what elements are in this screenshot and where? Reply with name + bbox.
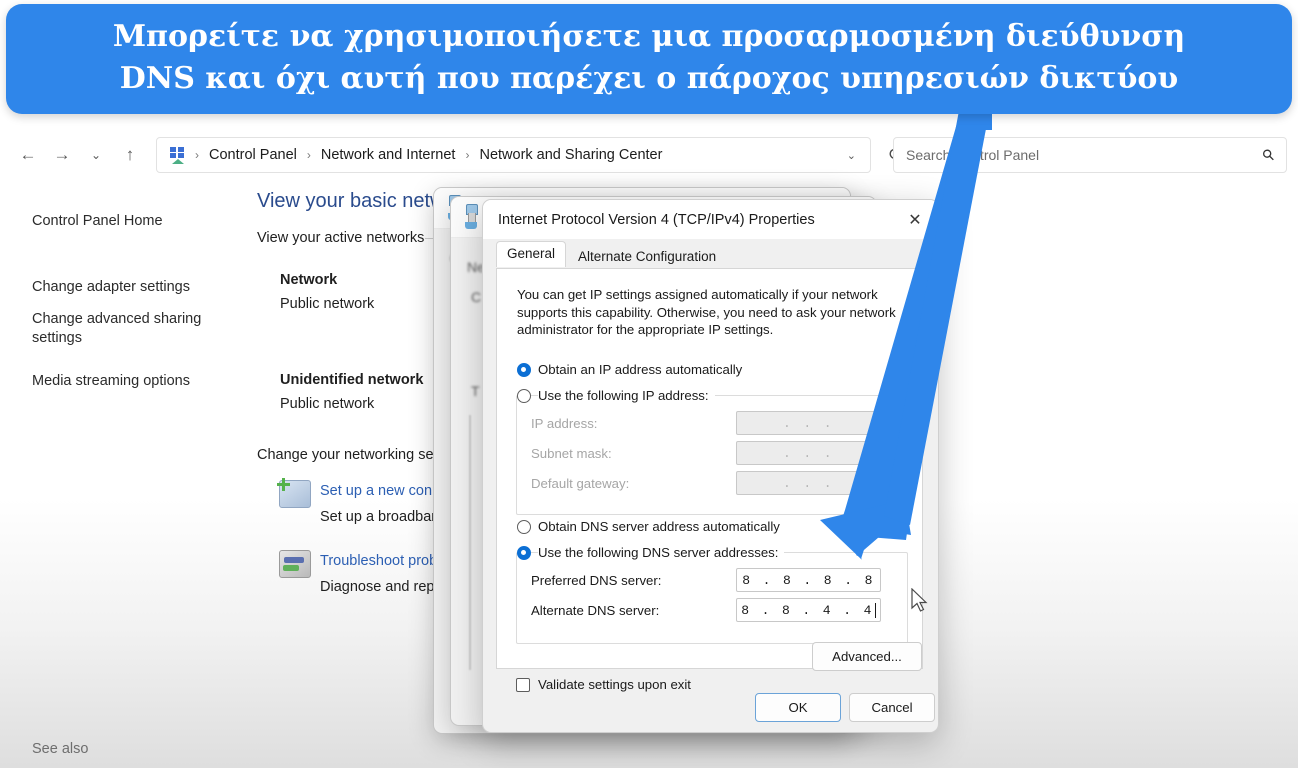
sidebar-item-control-panel-home[interactable]: Control Panel Home [32, 212, 232, 231]
control-panel-icon [169, 146, 187, 164]
screenshot-root: ← → ⌄ ↑ › Control Panel › Network and In… [0, 0, 1298, 768]
radio-indicator-use-ip [517, 388, 531, 403]
banner-line-1: Μπορείτε να χρησιμοποιήσετε μια προσαρμο… [112, 19, 1186, 54]
search-placeholder: Search Control Panel [906, 147, 1040, 163]
banner-line-2: DNS και όχι αυτή που παρέχει ο πάροχος υ… [119, 61, 1179, 96]
advanced-button[interactable]: Advanced... [812, 642, 922, 671]
breadcrumb-separator-0: › [195, 148, 199, 162]
background-inner-divider [469, 415, 471, 670]
ip-address-input[interactable]: . . . [736, 411, 881, 435]
ok-button[interactable]: OK [755, 693, 841, 722]
subnet-mask-input[interactable]: . . . [736, 441, 881, 465]
search-icon: ⚲ [1258, 145, 1279, 166]
troubleshoot-icon [279, 550, 311, 578]
radio-obtain-ip-automatically[interactable]: Obtain an IP address automatically [517, 362, 742, 377]
radio-label-use-ip: Use the following IP address: [538, 388, 715, 403]
close-icon[interactable]: ✕ [902, 208, 928, 232]
alternate-dns-label: Alternate DNS server: [531, 603, 660, 618]
dialog-description: You can get IP settings assigned automat… [517, 287, 896, 337]
default-gateway-input[interactable]: . . . [736, 471, 881, 495]
background-inner-text-2: T [471, 383, 480, 399]
cancel-button[interactable]: Cancel [849, 693, 935, 722]
default-gateway-label: Default gateway: [531, 476, 630, 491]
alternate-dns-value: 8 . 8 . 4 . 4 [741, 602, 874, 618]
validate-settings-label: Validate settings upon exit [538, 677, 691, 692]
tcpipv4-properties-dialog[interactable]: Internet Protocol Version 4 (TCP/IPv4) P… [482, 199, 939, 733]
change-networking-heading: Change your networking set [257, 447, 438, 463]
breadcrumb-item-network-and-internet[interactable]: Network and Internet [319, 147, 458, 163]
sidebar: Control Panel Home Change adapter settin… [0, 182, 240, 768]
radio-obtain-dns-automatically[interactable]: Obtain DNS server address automatically [517, 519, 780, 534]
recent-locations-button[interactable]: ⌄ [79, 138, 113, 172]
alternate-dns-input[interactable]: 8 . 8 . 4 . 4 [736, 598, 881, 622]
network-name-0: Network [280, 272, 338, 288]
troubleshoot-problems-desc: Diagnose and rep [320, 579, 435, 595]
breadcrumb-item-control-panel[interactable]: Control Panel [207, 147, 299, 163]
mouse-cursor [911, 587, 929, 618]
breadcrumb-separator-2: › [465, 148, 470, 162]
radio-label-use-dns: Use the following DNS server addresses: [538, 545, 785, 560]
set-up-connection-icon [277, 478, 311, 508]
up-button[interactable]: ↑ [113, 138, 147, 172]
sidebar-item-change-adapter-settings[interactable]: Change adapter settings [32, 278, 232, 297]
address-bar[interactable]: › Control Panel › Network and Internet ›… [156, 137, 871, 173]
radio-label-obtain-dns: Obtain DNS server address automatically [538, 519, 780, 534]
preferred-dns-label: Preferred DNS server: [531, 573, 662, 588]
dialog-tab-body: You can get IP settings assigned automat… [496, 268, 923, 669]
set-up-new-connection-link[interactable]: Set up a new conn [320, 483, 440, 499]
network-name-1: Unidentified network [280, 372, 424, 388]
dialog-titlebar: Internet Protocol Version 4 (TCP/IPv4) P… [483, 200, 938, 239]
radio-use-following-ip[interactable]: Use the following IP address: [517, 388, 715, 403]
troubleshoot-problems-link[interactable]: Troubleshoot prob [320, 553, 437, 569]
radio-use-following-dns[interactable]: Use the following DNS server addresses: [517, 545, 785, 560]
radio-indicator-obtain-dns [517, 519, 531, 534]
dialog-tabstrip: General Alternate Configuration [483, 239, 938, 268]
tab-general[interactable]: General [496, 241, 567, 267]
see-also-label: See also [32, 741, 89, 757]
background-inner-text-1: C [471, 289, 482, 305]
dialog-title: Internet Protocol Version 4 (TCP/IPv4) P… [498, 211, 815, 228]
sidebar-item-media-streaming-options[interactable]: Media streaming options [32, 372, 232, 391]
checkbox-indicator-validate [516, 677, 530, 692]
breadcrumb-item-network-and-sharing-center[interactable]: Network and Sharing Center [477, 147, 664, 163]
network-type-1: Public network [280, 396, 375, 412]
active-networks-heading: View your active networks [257, 230, 425, 246]
radio-indicator-obtain-ip [517, 362, 531, 377]
radio-indicator-use-dns [517, 545, 531, 560]
back-button[interactable]: ← [11, 138, 45, 172]
set-up-new-connection-desc: Set up a broadban [320, 509, 440, 525]
tab-alternate-configuration[interactable]: Alternate Configuration [568, 245, 726, 270]
subnet-mask-label: Subnet mask: [531, 446, 612, 461]
preferred-dns-input[interactable]: 8 . 8 . 8 . 8 [736, 568, 881, 592]
callout-banner: Μπορείτε να χρησιμοποιήσετε μια προσαρμο… [6, 4, 1292, 114]
validate-settings-checkbox[interactable]: Validate settings upon exit [516, 677, 691, 692]
radio-label-obtain-ip: Obtain an IP address automatically [538, 362, 743, 377]
search-control-panel-input[interactable]: Search Control Panel ⚲ [893, 137, 1287, 173]
text-caret [874, 602, 876, 618]
breadcrumb-separator-1: › [306, 148, 311, 162]
page-title: View your basic netw [257, 190, 445, 212]
ip-address-label: IP address: [531, 416, 598, 431]
network-type-0: Public network [280, 296, 375, 312]
banner-text: Μπορείτε να χρησιμοποιήσετε μια προσαρμο… [6, 16, 1292, 100]
sidebar-item-change-advanced-sharing-settings[interactable]: Change advanced sharing settings [32, 310, 232, 348]
forward-button[interactable]: → [45, 138, 79, 172]
network-adapter-icon-2 [463, 204, 479, 230]
chevron-down-icon[interactable]: ⌄ [847, 149, 856, 162]
